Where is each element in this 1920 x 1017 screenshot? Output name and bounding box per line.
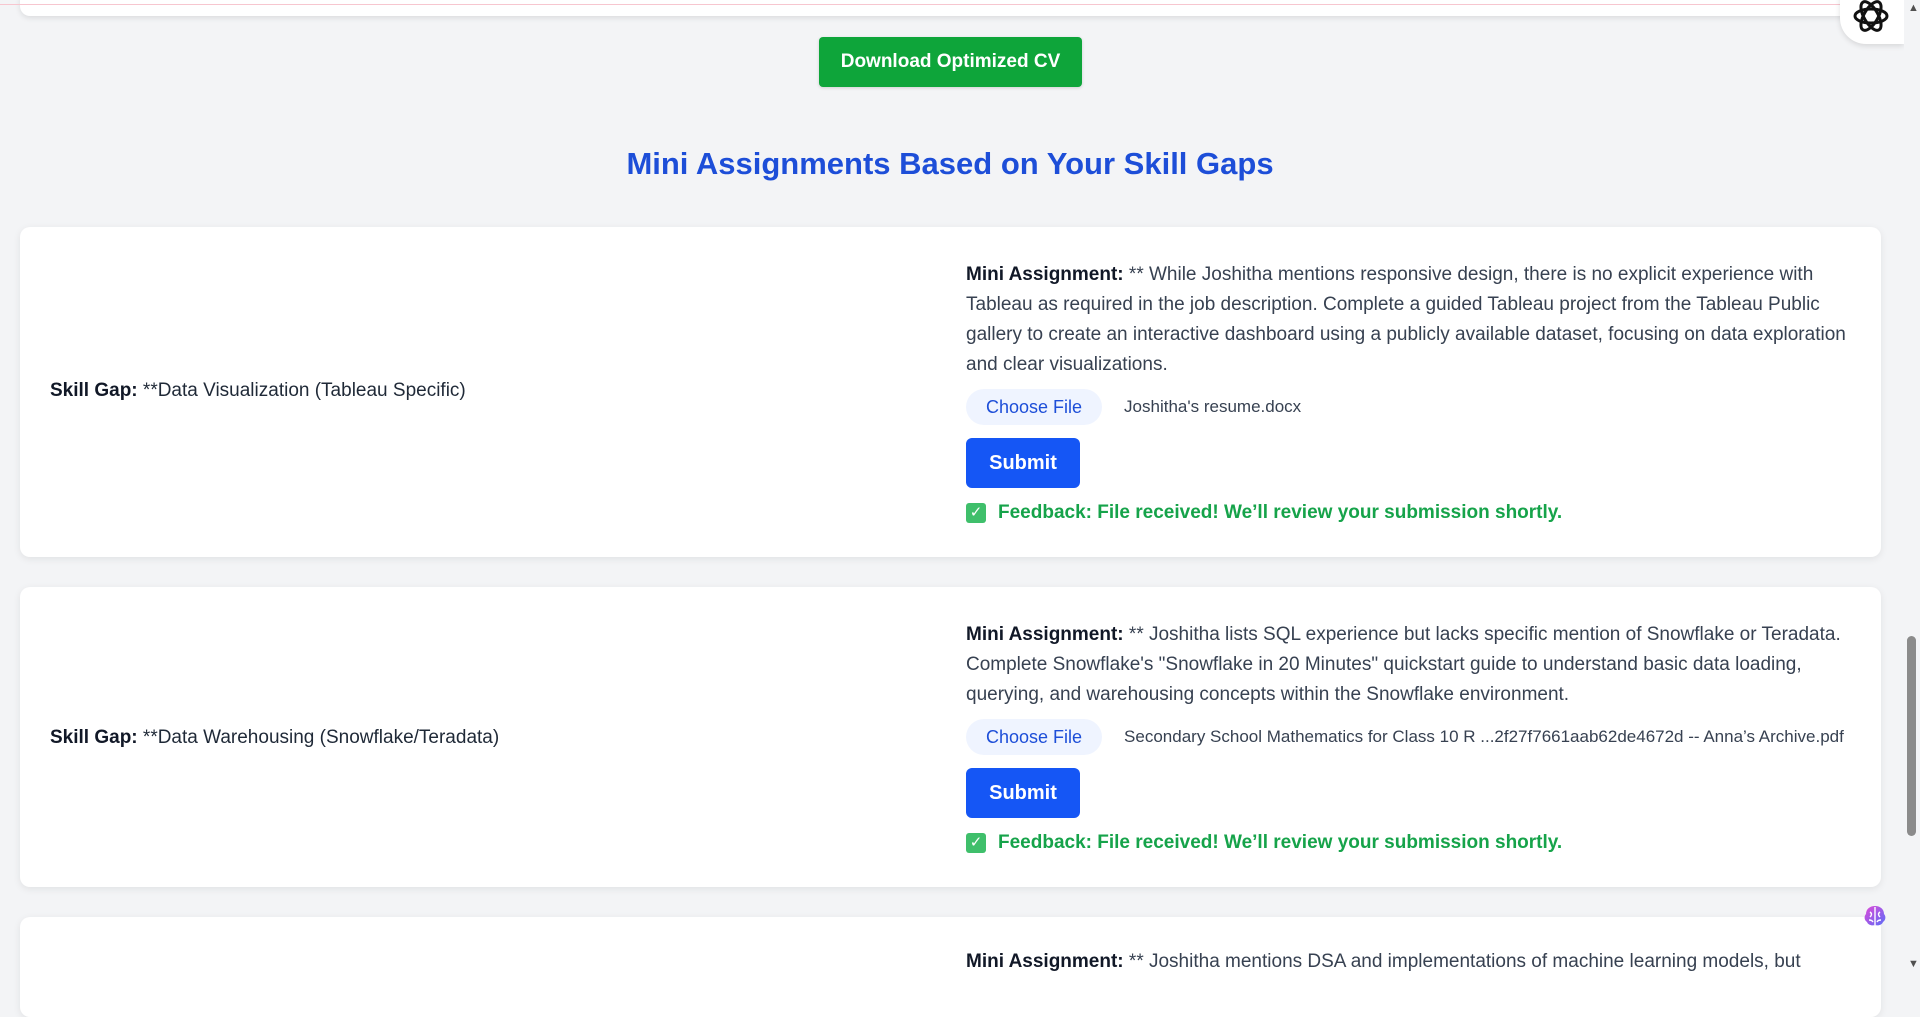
scrollbar-thumb[interactable] bbox=[1907, 636, 1916, 836]
submit-button[interactable]: Submit bbox=[966, 768, 1080, 818]
skill-gap-text: Skill Gap: **Data Warehousing (Snowflake… bbox=[50, 727, 499, 749]
assignment-column: Mini Assignment: ** Joshitha lists SQL e… bbox=[966, 620, 1876, 854]
selected-file-name: Secondary School Mathematics for Class 1… bbox=[1124, 727, 1844, 746]
choose-file-button[interactable]: Choose File bbox=[966, 389, 1103, 425]
section-title: Mini Assignments Based on Your Skill Gap… bbox=[626, 146, 1274, 181]
brain-icon[interactable] bbox=[1862, 903, 1888, 929]
assignment-card: Skill Gap: **Data Warehousing (Snowflake… bbox=[20, 587, 1881, 887]
assignment-description: Mini Assignment: ** Joshitha mentions DS… bbox=[966, 947, 1876, 977]
mini-assignment-label: Mini Assignment: bbox=[966, 264, 1124, 285]
assignment-card: Skill Gap: **Data Visualization (Tableau… bbox=[20, 227, 1881, 557]
previous-section-card bbox=[20, 0, 1881, 16]
top-divider bbox=[0, 4, 1895, 5]
skill-gap-value: **Data Warehousing (Snowflake/Teradata) bbox=[142, 727, 500, 748]
feedback-message: ✓ Feedback: File received! We’ll review … bbox=[966, 502, 1876, 524]
check-icon: ✓ bbox=[966, 503, 986, 523]
feedback-message: ✓ Feedback: File received! We’ll review … bbox=[966, 832, 1876, 854]
feedback-text: Feedback: File received! We’ll review yo… bbox=[998, 502, 1563, 523]
feedback-text: Feedback: File received! We’ll review yo… bbox=[998, 832, 1563, 853]
download-optimized-cv-button[interactable]: Download Optimized CV bbox=[819, 37, 1082, 87]
selected-file-name: Joshitha's resume.docx bbox=[1124, 397, 1302, 416]
check-icon: ✓ bbox=[966, 833, 986, 853]
assignment-body: ** Joshitha mentions DSA and implementat… bbox=[1128, 951, 1801, 972]
assignment-column: Mini Assignment: ** While Joshitha menti… bbox=[966, 260, 1876, 524]
skill-gap-text: Skill Gap: **Data Visualization (Tableau… bbox=[50, 380, 466, 402]
mini-assignment-label: Mini Assignment: bbox=[966, 624, 1124, 645]
skill-gap-label: Skill Gap: bbox=[50, 380, 138, 401]
assignment-column: Mini Assignment: ** Joshitha mentions DS… bbox=[966, 947, 1876, 977]
scroll-down-arrow-icon[interactable]: ▼ bbox=[1908, 958, 1919, 970]
mini-assignment-label: Mini Assignment: bbox=[966, 951, 1124, 972]
skill-gap-value: **Data Visualization (Tableau Specific) bbox=[142, 380, 466, 401]
assignment-description: Mini Assignment: ** Joshitha lists SQL e… bbox=[966, 620, 1876, 710]
openai-icon[interactable] bbox=[1849, 0, 1893, 38]
choose-file-button[interactable]: Choose File bbox=[966, 719, 1103, 755]
file-upload-row: Choose File Secondary School Mathematics… bbox=[966, 718, 1876, 756]
assignment-card: Mini Assignment: ** Joshitha mentions DS… bbox=[20, 917, 1881, 1017]
file-upload-row: Choose File Joshitha's resume.docx bbox=[966, 388, 1876, 426]
assignment-description: Mini Assignment: ** While Joshitha menti… bbox=[966, 260, 1876, 380]
scroll-up-arrow-icon[interactable]: ▲ bbox=[1908, 2, 1919, 14]
skill-gap-label: Skill Gap: bbox=[50, 727, 138, 748]
submit-button[interactable]: Submit bbox=[966, 438, 1080, 488]
